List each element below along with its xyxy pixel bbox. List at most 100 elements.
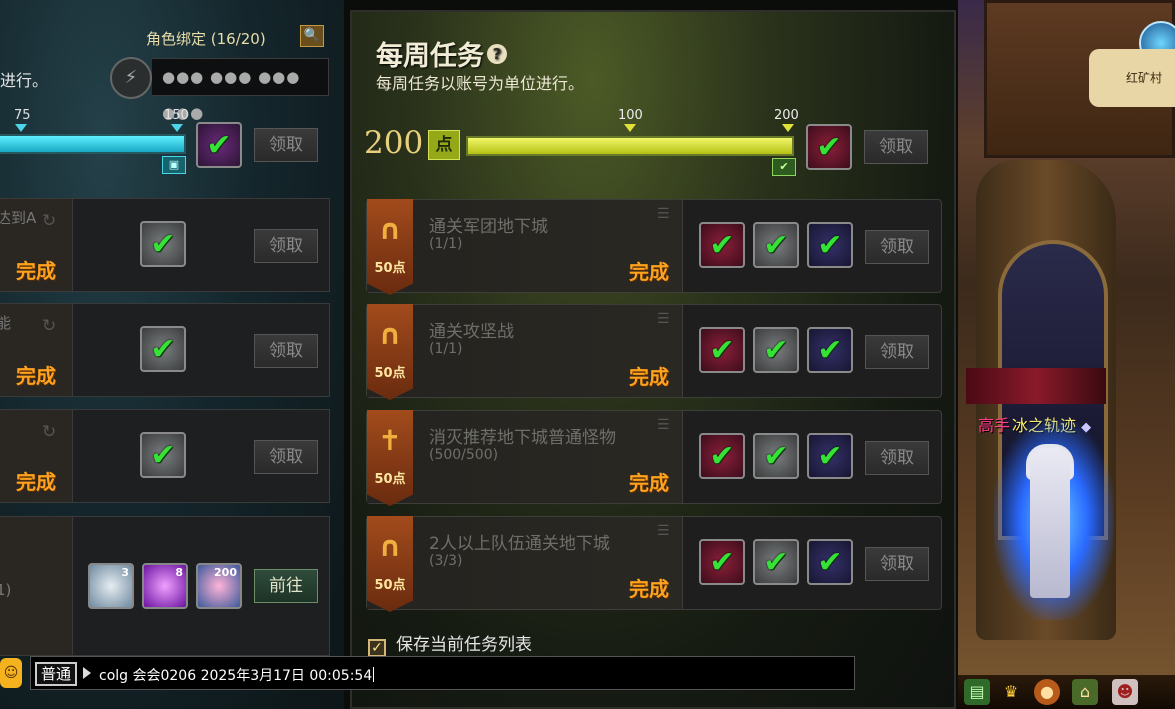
- task-info: ∩ 50点 通关军团地下城 (1/1) ☰ 完成: [367, 199, 683, 295]
- task-info: 达到A ↻ 完成: [0, 199, 73, 291]
- lucky-bag-icon[interactable]: ●: [1034, 679, 1060, 705]
- menu-icon[interactable]: ☰: [657, 206, 670, 222]
- password-field[interactable]: ●●● ●●● ●●● ●●●: [152, 58, 329, 122]
- menu-icon[interactable]: ☰: [657, 523, 670, 539]
- task-progress: (500/500): [429, 447, 499, 463]
- menu-icon[interactable]: ☰: [657, 311, 670, 327]
- refresh-icon[interactable]: ↻: [42, 422, 56, 442]
- reward-icon[interactable]: ✔: [807, 433, 853, 479]
- points-ribbon: ∩ 50点: [367, 516, 413, 612]
- daily-task-row: 达到A ↻ 完成 ✔ 领取: [0, 198, 330, 292]
- reward-icon[interactable]: ✔: [140, 326, 186, 372]
- daily-task-panel: 角色绑定 (16/20) 🔍 进行。 ⚡ ●●● ●●● ●●● ●●● 75 …: [0, 0, 344, 709]
- weekly-task-row: ∩ 50点 通关攻坚战 (1/1) ☰ 完成 ✔ ✔ ✔ 领取: [366, 304, 942, 400]
- reward-icon[interactable]: ✔: [807, 222, 853, 268]
- emoji-icon[interactable]: ☺: [0, 658, 22, 688]
- checkbox-checked-icon[interactable]: ✓: [368, 639, 386, 657]
- reward-item-icon[interactable]: 8: [142, 563, 188, 609]
- channel-arrow-icon[interactable]: [83, 667, 91, 679]
- reward-icon[interactable]: ✔: [699, 327, 745, 373]
- reward-icon[interactable]: ✔: [699, 222, 745, 268]
- daily-milestone-label: 150: [164, 108, 189, 123]
- daily-reward-icon[interactable]: ✔: [196, 122, 242, 168]
- sword-icon: ✝: [378, 424, 402, 457]
- reward-icon[interactable]: ✔: [699, 539, 745, 585]
- reward-icon[interactable]: ✔: [753, 433, 799, 479]
- refresh-icon[interactable]: ↻: [42, 316, 56, 336]
- task-info: ∩ 50点 通关攻坚战 (1/1) ☰ 完成: [367, 304, 683, 400]
- claim-button[interactable]: 领取: [865, 230, 929, 264]
- task-info: 1): [0, 517, 73, 655]
- claim-button[interactable]: 领取: [254, 229, 318, 263]
- daily-progress-fill: [0, 136, 184, 152]
- weekly-task-row: ✝ 50点 消灭推荐地下城普通怪物 (500/500) ☰ 完成 ✔ ✔ ✔ 领取: [366, 410, 942, 506]
- arch-icon: ∩: [378, 530, 402, 563]
- search-icon[interactable]: 🔍: [300, 25, 324, 47]
- weekly-milestone-label: 100: [618, 108, 643, 123]
- task-info: ✝ 50点 消灭推荐地下城普通怪物 (500/500) ☰ 完成: [367, 410, 683, 506]
- refresh-icon[interactable]: ↻: [42, 211, 56, 231]
- crown-icon[interactable]: ♛: [998, 679, 1024, 705]
- book-icon[interactable]: ▤: [964, 679, 990, 705]
- daily-claim-button[interactable]: 领取: [254, 128, 318, 162]
- reward-item-icon[interactable]: 3: [88, 563, 134, 609]
- chat-input[interactable]: 普通 colg 会会0206 2025年3月17日 00:05:54: [30, 656, 855, 690]
- task-points: 50点: [374, 472, 406, 487]
- task-info: ∩ 50点 2人以上队伍通关地下城 (3/3) ☰ 完成: [367, 516, 683, 612]
- character-avatar-icon[interactable]: ☻: [1112, 679, 1138, 705]
- weekly-claim-button[interactable]: 领取: [864, 130, 928, 164]
- task-status: 完成: [16, 259, 56, 283]
- page-title: 每周任务: [376, 41, 484, 72]
- reward-icon[interactable]: ✔: [140, 432, 186, 478]
- text-caret: [373, 667, 375, 682]
- weekly-points-value: 200: [364, 125, 424, 161]
- points-ribbon: ✝ 50点: [367, 410, 413, 506]
- save-task-list-option[interactable]: ✓ 保存当前任务列表: [368, 630, 532, 657]
- game-world-view[interactable]: 红矿村 高手冰之轨迹 ◆ ▤ ♛ ● ⌂ ☻: [958, 0, 1175, 709]
- save-task-list-label: 保存当前任务列表: [396, 635, 532, 655]
- points-badge: 点: [428, 130, 460, 160]
- lightning-lock-icon[interactable]: ⚡: [110, 57, 152, 99]
- task-status: 完成: [629, 365, 669, 389]
- claim-button[interactable]: 领取: [254, 334, 318, 368]
- task-name: 能: [0, 314, 12, 332]
- task-status: 完成: [16, 364, 56, 388]
- goto-button[interactable]: 前往: [254, 569, 318, 603]
- reward-icon[interactable]: ✔: [807, 327, 853, 373]
- minimap[interactable]: 红矿村: [984, 0, 1175, 158]
- weekly-task-panel: 每周任务? 每周任务以账号为单位进行。 200 点 100 200 ✔ ✔ 领取…: [350, 10, 956, 709]
- claim-button[interactable]: 领取: [865, 441, 929, 475]
- menu-icon[interactable]: ☰: [657, 417, 670, 433]
- reward-icon[interactable]: ✔: [753, 327, 799, 373]
- weekly-progress-fill: [468, 138, 792, 154]
- chat-text-field[interactable]: colg 会会0206 2025年3月17日 00:05:54: [99, 665, 375, 685]
- chat-channel-button[interactable]: 普通: [35, 662, 78, 686]
- claim-button[interactable]: 领取: [865, 335, 929, 369]
- claim-button[interactable]: 领取: [865, 547, 929, 581]
- reward-icon[interactable]: ✔: [753, 539, 799, 585]
- reward-icon[interactable]: ✔: [807, 539, 853, 585]
- weekly-reward-icon[interactable]: ✔: [806, 124, 852, 170]
- hud-bar: ▤ ♛ ● ⌂ ☻: [958, 675, 1175, 709]
- task-name: 消灭推荐地下城普通怪物: [429, 428, 616, 448]
- task-status: 完成: [629, 577, 669, 601]
- task-name: 通关攻坚战: [429, 322, 514, 342]
- house-icon[interactable]: ⌂: [1072, 679, 1098, 705]
- reward-icon[interactable]: ✔: [699, 433, 745, 479]
- help-icon[interactable]: ?: [487, 44, 507, 64]
- task-progress: (1/1): [429, 236, 463, 252]
- reward-item-icon[interactable]: 200: [196, 563, 242, 609]
- task-progress: 1): [0, 581, 12, 599]
- chest-icon[interactable]: ✔: [772, 158, 796, 176]
- milestone-marker-icon: [15, 124, 27, 132]
- guild-banner: [966, 368, 1106, 404]
- chest-icon[interactable]: ▣: [162, 156, 186, 174]
- player-character[interactable]: [1030, 448, 1070, 598]
- reward-icon[interactable]: ✔: [140, 221, 186, 267]
- claim-button[interactable]: 领取: [254, 440, 318, 474]
- task-name: 2人以上队伍通关地下城: [429, 534, 610, 554]
- task-points: 50点: [374, 366, 406, 381]
- daily-task-row: ↻ 完成 ✔ 领取: [0, 409, 330, 503]
- reward-icon[interactable]: ✔: [753, 222, 799, 268]
- daily-progress-bar: [0, 134, 186, 154]
